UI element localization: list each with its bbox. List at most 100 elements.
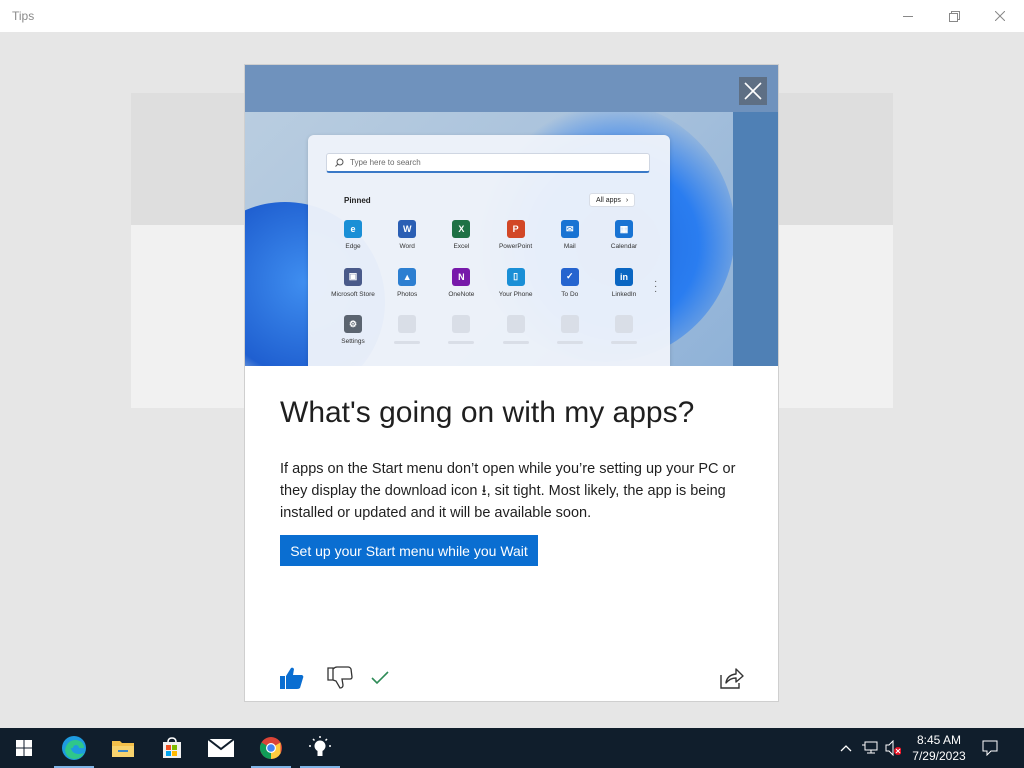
placeholder-label — [611, 341, 637, 344]
network-tray-button[interactable] — [862, 740, 878, 756]
title-bar: Tips — [0, 0, 1024, 32]
onenote-icon: N — [452, 267, 471, 286]
placeholder-label — [448, 341, 475, 344]
all-apps-label: All apps — [596, 196, 621, 204]
tip-headline: What's going on with my apps? — [280, 396, 695, 429]
hero-image: Type here to search Pinned All apps › eE… — [245, 65, 778, 366]
taskbar-file-explorer[interactable] — [99, 728, 147, 768]
start-app-onenote: N OneNote — [434, 267, 488, 298]
minimize-icon — [903, 16, 913, 17]
start-app-to-do: ✓ To Do — [543, 267, 597, 298]
edge-icon: e — [344, 220, 362, 238]
start-app-microsoft-store: ▣ Microsoft Store — [326, 267, 380, 298]
taskbar-edge[interactable] — [50, 728, 98, 768]
action-center-button[interactable] — [982, 740, 998, 756]
store-icon: ▣ — [344, 267, 362, 286]
lightbulb-icon — [309, 736, 331, 756]
start-app-label: Photos — [397, 290, 418, 298]
word-icon: W — [398, 220, 417, 238]
restore-icon — [948, 10, 960, 22]
placeholder-tile — [560, 315, 579, 333]
all-apps-button: All apps › — [589, 193, 636, 207]
start-app-label: Excel — [453, 243, 470, 250]
placeholder-tile — [615, 315, 633, 333]
linkedin-icon: in — [615, 267, 633, 286]
card-close-button[interactable] — [739, 77, 767, 105]
tip-body: If apps on the Start menu don’t open whi… — [280, 458, 750, 524]
start-app-label: Microsoft Store — [331, 290, 375, 298]
search-icon — [335, 158, 344, 167]
setup-start-menu-button[interactable]: Set up your Start menu while you Wait — [280, 535, 538, 566]
checkmark-icon — [371, 671, 389, 685]
phone-icon: ▯ — [506, 267, 525, 286]
placeholder-tile — [506, 315, 525, 333]
start-app-edge: e Edge — [326, 220, 380, 250]
taskbar-store[interactable] — [148, 728, 196, 768]
start-search-box: Type here to search — [326, 153, 650, 173]
share-icon — [720, 668, 744, 689]
start-app-label: Settings — [341, 338, 365, 345]
mail-icon: ✉ — [560, 220, 579, 238]
show-hidden-icons-button[interactable] — [838, 740, 854, 756]
start-app-linkedin: in LinkedIn — [597, 267, 651, 298]
start-app-label: To Do — [561, 290, 579, 298]
thumbs-up-icon — [280, 667, 304, 689]
chevron-right-icon: › — [625, 196, 629, 204]
hero-screenshot: Type here to search Pinned All apps › eE… — [245, 112, 733, 366]
notification-icon — [982, 740, 998, 756]
excel-icon: X — [452, 220, 471, 238]
placeholder-label — [502, 341, 529, 344]
thumbs-up-button[interactable] — [277, 664, 307, 692]
taskbar-clock[interactable]: 8:45 AM 7/29/2023 — [908, 732, 970, 764]
mail-icon — [208, 739, 234, 757]
close-icon — [744, 82, 762, 100]
close-window-button[interactable] — [977, 0, 1023, 32]
restore-button[interactable] — [931, 0, 977, 32]
start-app-word: W Word — [380, 220, 434, 250]
placeholder-tile — [452, 315, 471, 333]
start-app-label: PowerPoint — [498, 243, 533, 250]
taskbar-tips[interactable] — [296, 728, 344, 768]
minimize-button[interactable] — [885, 0, 931, 32]
start-app-label: Word — [399, 243, 415, 250]
app-title: Tips — [12, 9, 35, 23]
taskbar-mail[interactable] — [197, 728, 245, 768]
tip-card: Type here to search Pinned All apps › eE… — [244, 64, 779, 702]
start-menu-preview: Type here to search Pinned All apps › eE… — [308, 135, 670, 366]
store-icon — [163, 737, 181, 758]
taskbar-chrome[interactable] — [247, 728, 295, 768]
placeholder-label — [556, 341, 583, 344]
chrome-icon — [260, 737, 282, 759]
volume-tray-button[interactable] — [885, 740, 901, 756]
share-button[interactable] — [717, 664, 747, 692]
placeholder-tile — [398, 315, 417, 333]
start-app-label: LinkedIn — [611, 290, 637, 298]
thumbs-down-button[interactable] — [325, 664, 355, 692]
mark-done-button[interactable] — [365, 664, 395, 692]
clock-time: 8:45 AM — [916, 733, 962, 747]
windows-icon — [16, 740, 32, 756]
start-app-calendar: ▦ Calendar — [597, 220, 651, 250]
start-app-mail: ✉ Mail — [543, 220, 597, 250]
calendar-icon: ▦ — [615, 220, 633, 238]
todo-icon: ✓ — [560, 267, 579, 286]
folder-icon — [112, 741, 134, 757]
thumbs-down-icon — [327, 666, 353, 689]
start-app-excel: X Excel — [434, 220, 488, 250]
pinned-label: Pinned — [344, 196, 371, 205]
taskbar: 8:45 AM 7/29/2023 — [0, 728, 1024, 768]
start-search-placeholder: Type here to search — [350, 158, 421, 167]
start-app-label: Edge — [345, 243, 361, 250]
start-app-label: OneNote — [448, 290, 475, 298]
start-app-your-phone: ▯ Your Phone — [489, 267, 543, 298]
network-icon — [862, 741, 878, 754]
photos-icon: ▲ — [398, 267, 417, 286]
start-button[interactable] — [0, 728, 48, 768]
clock-date: 7/29/2023 — [912, 749, 966, 763]
powerpoint-icon: P — [506, 220, 525, 238]
chevron-up-icon — [840, 745, 852, 752]
start-app-label: Your Phone — [498, 290, 533, 298]
more-dots-icon: · · · — [654, 276, 658, 297]
settings-icon: ⚙ — [344, 315, 362, 333]
start-app-photos: ▲ Photos — [380, 267, 434, 298]
